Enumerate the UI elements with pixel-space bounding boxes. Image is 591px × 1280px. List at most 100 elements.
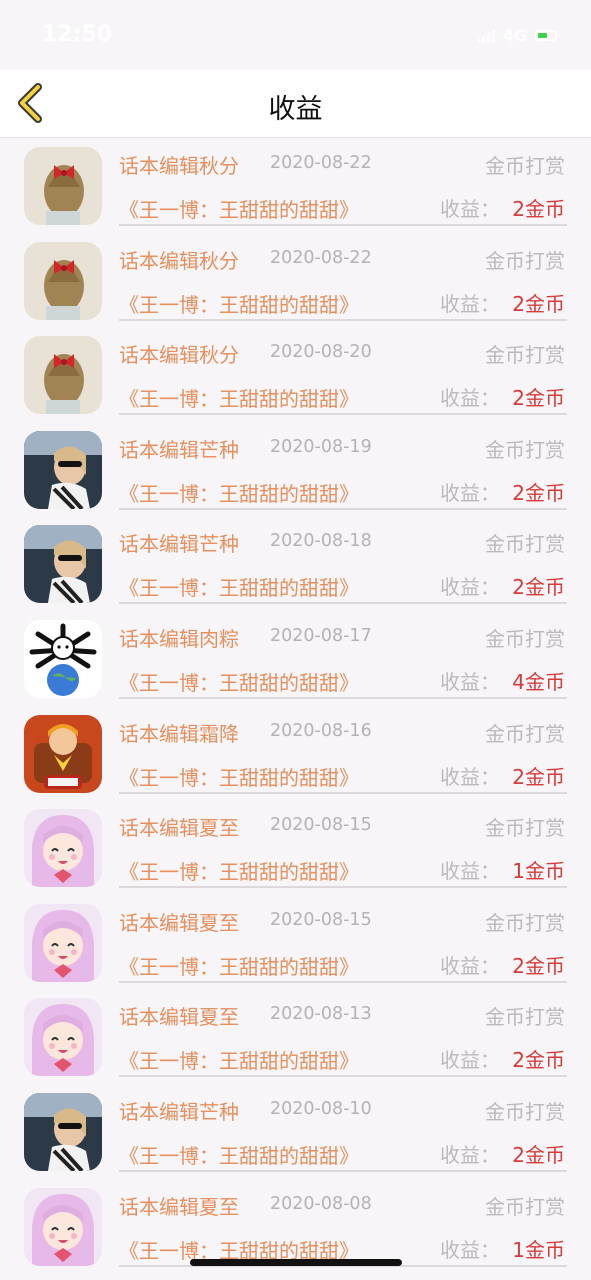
earnings-value: 2金币 <box>512 1048 565 1073</box>
book-title[interactable]: 《王一博：王甜甜的甜甜》 <box>119 289 359 318</box>
reward-type: 金币打赏 <box>485 626 565 651</box>
avatar[interactable] <box>24 1187 102 1266</box>
reward-type: 金币打赏 <box>485 532 565 557</box>
editor-name: 话本编辑芒种 <box>119 532 239 557</box>
book-title[interactable]: 《王一博：王甜甜的甜甜》 <box>119 1045 359 1074</box>
editor-name: 话本编辑夏至 <box>119 816 239 841</box>
avatar[interactable] <box>24 336 102 415</box>
reward-type: 金币打赏 <box>485 1099 565 1124</box>
list-item[interactable]: 话本编辑夏至 2020-08-15 金币打赏 《王一博：王甜甜的甜甜》 收益： 1金币 <box>0 800 591 895</box>
avatar[interactable] <box>24 619 102 698</box>
list-item[interactable]: 话本编辑秋分 2020-08-22 金币打赏 《王一博：王甜甜的甜甜》 收益： 2金币 <box>0 138 591 233</box>
editor-name: 话本编辑夏至 <box>119 1005 239 1030</box>
book-title[interactable]: 《王一博：王甜甜的甜甜》 <box>119 951 359 980</box>
earnings-label: 收益： <box>440 575 500 600</box>
reward-date: 2020-08-10 <box>270 1098 372 1119</box>
status-indicators: 4G <box>476 26 557 45</box>
reward-date: 2020-08-20 <box>270 342 372 363</box>
status-time: 12:50 <box>42 22 113 47</box>
list-item[interactable]: 话本编辑芒种 2020-08-19 金币打赏 《王一博：王甜甜的甜甜》 收益： 2金币 <box>0 422 591 517</box>
list-item[interactable]: 话本编辑秋分 2020-08-20 金币打赏《王一博：王甜甜的甜甜》 收益： 2金币 <box>0 327 591 422</box>
divider <box>119 980 567 983</box>
reward-type: 金币打赏 <box>485 154 565 178</box>
earnings-label: 收益： <box>440 953 500 978</box>
home-indicator[interactable] <box>190 1259 402 1266</box>
book-title[interactable]: 《王一博：王甜甜的甜甜》 <box>119 667 359 696</box>
book-title[interactable]: 《王一博：王甜甜的甜甜》 <box>119 856 359 885</box>
battery-icon <box>535 30 557 41</box>
list-item[interactable]: 话本编辑夏至 2020-08-15 金币打赏 《王一博：王甜甜的甜甜》 收益： 2金币 <box>0 895 591 990</box>
earnings-label: 收益： <box>440 1142 500 1167</box>
reward-date: 2020-08-13 <box>270 1004 372 1025</box>
earnings-value: 2金币 <box>512 953 565 978</box>
editor-name: 话本编辑秋分 <box>119 343 239 368</box>
divider <box>119 696 567 699</box>
book-title[interactable]: 《王一博：王甜甜的甜甜》 <box>119 762 359 791</box>
earnings-value: 1金币 <box>512 859 565 884</box>
book-title[interactable]: 《王一博：王甜甜的甜甜》 <box>119 478 359 507</box>
avatar[interactable] <box>24 809 102 888</box>
earnings-value: 2金币 <box>512 575 565 600</box>
earnings-value: 1金币 <box>512 1237 565 1262</box>
book-title[interactable]: 《王一博：王甜甜的甜甜》 <box>119 1140 359 1169</box>
editor-name: 话本编辑夏至 <box>119 1194 239 1219</box>
status-bar: 12:50 4G <box>0 0 591 70</box>
divider <box>119 1169 567 1172</box>
reward-type: 金币打赏 <box>485 343 565 368</box>
divider <box>119 791 567 794</box>
earnings-value: 2金币 <box>512 764 565 789</box>
avatar[interactable] <box>24 241 102 320</box>
earnings-value: 2金币 <box>512 197 565 221</box>
list-item[interactable]: 话本编辑秋分 2020-08-22 金币打赏《王一博：王甜甜的甜甜》 收益： 2金币 <box>0 233 591 328</box>
book-title[interactable]: 《王一博：王甜甜的甜甜》 <box>119 383 359 412</box>
avatar[interactable] <box>24 525 102 604</box>
reward-date: 2020-08-22 <box>270 247 372 268</box>
earnings-label: 收益： <box>440 386 500 411</box>
book-title[interactable]: 《王一博：王甜甜的甜甜》 <box>119 194 359 223</box>
editor-name: 话本编辑芒种 <box>119 437 239 462</box>
nav-bar: 收益 <box>0 70 591 138</box>
reward-date: 2020-08-15 <box>270 909 372 930</box>
reward-type: 金币打赏 <box>485 721 565 746</box>
avatar[interactable] <box>24 714 102 793</box>
avatar[interactable] <box>24 998 102 1077</box>
list-item[interactable]: 话本编辑芒种 2020-08-10 金币打赏 《王一博：王甜甜的甜甜》 收益： 2金币 <box>0 1084 591 1179</box>
page-title: 收益 <box>268 94 323 125</box>
list-item[interactable]: 话本编辑芒种 2020-08-18 金币打赏 《王一博：王甜甜的甜甜》 收益： 2金币 <box>0 516 591 611</box>
avatar[interactable] <box>24 147 102 225</box>
reward-date: 2020-08-16 <box>270 720 372 741</box>
signal-icon <box>476 29 495 43</box>
earnings-label: 收益： <box>440 291 500 316</box>
reward-date: 2020-08-22 <box>270 153 372 173</box>
editor-name: 话本编辑秋分 <box>119 248 239 273</box>
earnings-value: 2金币 <box>512 480 565 505</box>
reward-date: 2020-08-15 <box>270 815 372 836</box>
editor-name: 话本编辑秋分 <box>119 154 239 178</box>
earnings-value: 2金币 <box>512 1142 565 1167</box>
reward-type: 金币打赏 <box>485 816 565 841</box>
reward-type: 金币打赏 <box>485 248 565 273</box>
divider <box>119 413 567 416</box>
divider <box>119 602 567 605</box>
earnings-value: 2金币 <box>512 291 565 316</box>
reward-date: 2020-08-08 <box>270 1193 372 1214</box>
divider <box>119 224 567 226</box>
reward-type: 金币打赏 <box>485 1194 565 1219</box>
avatar[interactable] <box>24 430 102 509</box>
editor-name: 话本编辑肉粽 <box>119 626 239 651</box>
avatar[interactable] <box>24 1092 102 1171</box>
earnings-list: 话本编辑秋分 2020-08-22 金币打赏 《王一博：王甜甜的甜甜》 收益： 2金币 话本… <box>0 138 591 1273</box>
earnings-value: 2金币 <box>512 386 565 411</box>
earnings-label: 收益： <box>440 1048 500 1073</box>
avatar[interactable] <box>24 903 102 982</box>
list-item[interactable]: 话本编辑肉粽 2020-08-17 金币打赏 《王一博：王甜甜的甜甜》 收益： 4金币 <box>0 611 591 706</box>
reward-date: 2020-08-19 <box>270 436 372 457</box>
earnings-value: 4金币 <box>512 669 565 694</box>
book-title[interactable]: 《王一博：王甜甜的甜甜》 <box>119 572 359 601</box>
list-item[interactable]: 话本编辑夏至 2020-08-13 金币打赏 《王一博：王甜甜的甜甜》 收益： 2金币 <box>0 989 591 1084</box>
list-item[interactable]: 话本编辑霜降 2020-08-16 金币打赏 《王一博：王甜甜的甜甜》 收益： 2金币 <box>0 706 591 801</box>
earnings-label: 收益： <box>440 480 500 505</box>
reward-type: 金币打赏 <box>485 910 565 935</box>
network-label: 4G <box>502 26 527 45</box>
divider <box>119 318 567 321</box>
